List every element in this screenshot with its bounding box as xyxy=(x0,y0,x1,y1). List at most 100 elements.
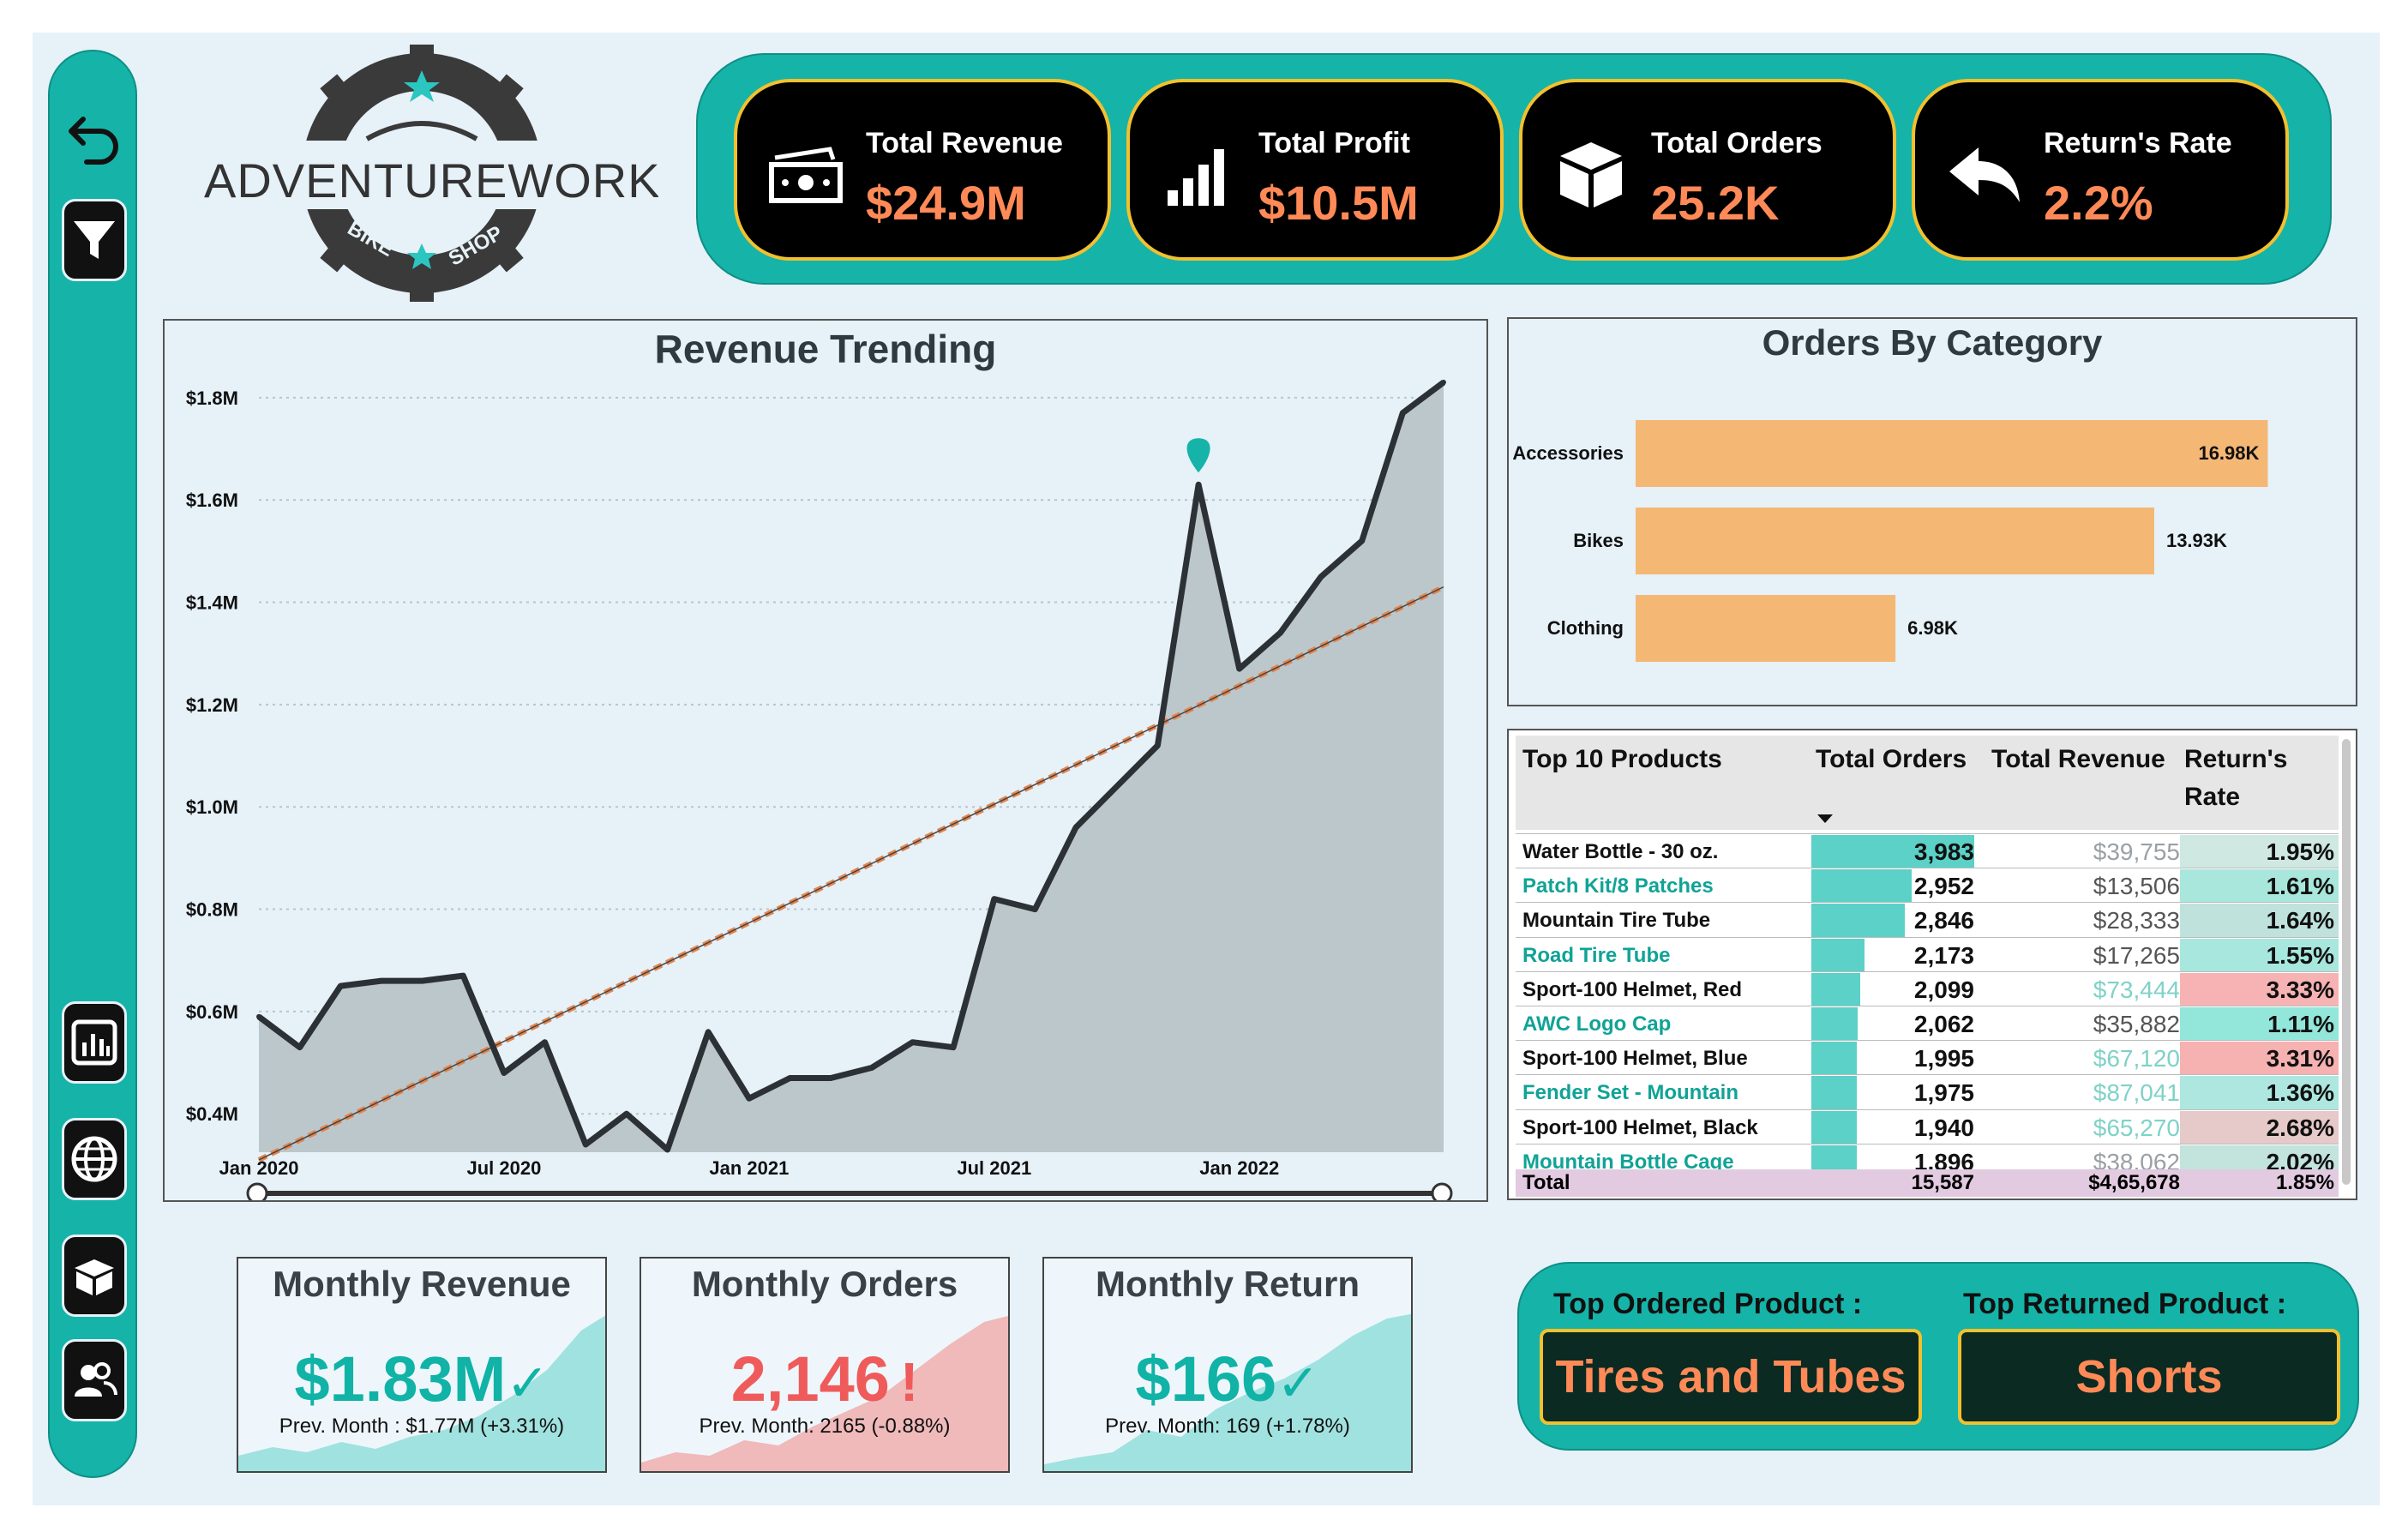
dashboard-nav-button[interactable] xyxy=(62,1001,127,1084)
filter-icon xyxy=(74,221,115,259)
product-name: Water Bottle - 30 oz. xyxy=(1522,840,1719,863)
product-orders: 2,952 xyxy=(1913,873,1974,900)
revenue-point xyxy=(1400,410,1406,416)
product-revenue: $28,333 xyxy=(2093,907,2180,934)
category-label: Bikes xyxy=(1573,530,1624,551)
monthly-return-prev: Prev. Month: 169 (+1.78%) xyxy=(1105,1415,1350,1438)
top-ordered-value[interactable]: Tires and Tubes xyxy=(1540,1329,1922,1425)
revenue-point xyxy=(297,1044,303,1050)
kpi-value: 2.2% xyxy=(2044,176,2153,230)
kpi-value: $10.5M xyxy=(1258,176,1419,230)
revenue-point xyxy=(910,1039,916,1045)
table-row[interactable]: Sport-100 Helmet, Red 2,099 $73,444 3.33% xyxy=(1516,970,2339,1007)
table-row[interactable]: Water Bottle - 30 oz. 3,983 $39,755 1.95% xyxy=(1516,833,2339,869)
table-row[interactable]: Road Tire Tube 2,173 $17,265 1.55% xyxy=(1516,936,2339,973)
adventureworks-logo: ADVENTUREWORKS BIKE SHOP xyxy=(195,45,693,302)
revenue-trend-chart[interactable]: $0.4M $0.6M $0.8M $1.0M $1.2M $1.4M $1.6M $1.8M… xyxy=(165,321,1486,1205)
slider-start-handle[interactable] xyxy=(246,1182,268,1205)
box-icon xyxy=(1560,142,1622,207)
revenue-point xyxy=(991,896,997,902)
logo-text: ADVENTUREWORKS xyxy=(204,153,658,207)
revenue-point xyxy=(256,1013,261,1019)
product-return-rate: 1.36% xyxy=(2266,1079,2334,1107)
back-button[interactable] xyxy=(62,94,127,177)
product-name: Fender Set - Mountain xyxy=(1522,1081,1738,1105)
kpi-total-orders[interactable]: Total Orders 25.2K xyxy=(1519,79,1896,261)
y-tick-label: $0.6M xyxy=(186,1001,238,1023)
revenue-area xyxy=(259,381,1444,1152)
check-icon: ✓ xyxy=(506,1355,549,1412)
kpi-total-profit[interactable]: Total Profit $10.5M xyxy=(1126,79,1504,261)
product-revenue: $39,755 xyxy=(2093,838,2180,865)
table-row[interactable]: AWC Logo Cap 2,062 $35,882 1.11% xyxy=(1516,1006,2339,1042)
table-row[interactable]: Patch Kit/8 Patches 2,952 $13,506 1.61% xyxy=(1516,868,2339,904)
y-tick-label: $1.0M xyxy=(186,796,238,818)
revenue-point xyxy=(1114,784,1120,790)
header-return-rate[interactable]: Return's xyxy=(2184,741,2287,778)
kpi-total-revenue[interactable]: Total Revenue $24.9M xyxy=(734,79,1111,261)
product-orders: 1,995 xyxy=(1913,1045,1974,1072)
product-return-rate: 3.31% xyxy=(2266,1045,2334,1072)
product-name: Sport-100 Helmet, Red xyxy=(1522,977,1743,1001)
revenue-trending-title: Revenue Trending xyxy=(654,327,997,371)
monthly-revenue-card[interactable]: Monthly Revenue $1.83M✓ Prev. Month : $1… xyxy=(237,1257,607,1473)
y-tick-label: $0.8M xyxy=(186,899,238,921)
revenue-point xyxy=(828,1075,834,1081)
orders-by-category-chart[interactable]: Accessories 16.98K Bikes 13.93K Clothing 6.98… xyxy=(1509,319,2356,705)
monthly-revenue-prev: Prev. Month : $1.77M (+3.31%) xyxy=(279,1415,565,1438)
monthly-orders-prev: Prev. Month: 2165 (-0.88%) xyxy=(699,1415,951,1438)
product-return-rate: 1.55% xyxy=(2266,941,2334,969)
slider-end-handle[interactable] xyxy=(1431,1182,1453,1205)
dashboard-icon xyxy=(71,1019,117,1066)
table-row[interactable]: Fender Set - Mountain 1,975 $87,041 1.36% xyxy=(1516,1074,2339,1110)
gear-logo-icon: ADVENTUREWORKS BIKE SHOP xyxy=(195,45,693,302)
users-icon xyxy=(75,1362,117,1397)
table-scrollbar[interactable] xyxy=(2342,739,2351,1185)
kpi-value: 25.2K xyxy=(1651,176,1780,230)
revenue-point xyxy=(1236,666,1242,672)
table-row[interactable]: Sport-100 Helmet, Black 1,940 $65,270 2.68% xyxy=(1516,1108,2339,1145)
orders-by-category-panel: Orders By Category Accessories 16.98K Bike… xyxy=(1507,317,2357,706)
top-returned-value[interactable]: Shorts xyxy=(1958,1329,2340,1425)
geo-nav-button[interactable] xyxy=(62,1118,127,1200)
revenue-point xyxy=(1441,379,1446,385)
table-total-row: Total 15,587 $4,65,678 1.85% xyxy=(1516,1169,2339,1197)
product-orders: 2,846 xyxy=(1913,907,1974,934)
total-orders: 15,587 xyxy=(1911,1171,1974,1194)
product-revenue: $67,120 xyxy=(2093,1045,2180,1072)
product-orders: 1,975 xyxy=(1913,1079,1974,1107)
products-nav-button[interactable] xyxy=(62,1235,127,1317)
monthly-orders-title: Monthly Orders xyxy=(691,1264,958,1304)
check-icon: ✓ xyxy=(1276,1355,1320,1412)
revenue-point xyxy=(542,1039,548,1045)
customers-nav-button[interactable] xyxy=(62,1339,127,1421)
product-revenue: $17,265 xyxy=(2093,941,2180,969)
sort-desc-icon[interactable] xyxy=(1816,813,1835,825)
monthly-return-card[interactable]: Monthly Return $166✓ Prev. Month: 169 (+… xyxy=(1042,1257,1413,1473)
header-product[interactable]: Top 10 Products xyxy=(1522,741,1722,778)
back-icon xyxy=(69,117,118,165)
revenue-point xyxy=(951,1044,957,1050)
filter-button[interactable] xyxy=(62,199,127,281)
category-bar xyxy=(1636,420,2268,487)
revenue-point xyxy=(1318,574,1324,580)
product-name: Patch Kit/8 Patches xyxy=(1522,874,1714,898)
revenue-point xyxy=(1359,538,1365,544)
top-product-panel: Top Ordered Product : Top Returned Produ… xyxy=(1517,1262,2359,1451)
kpi-value: $24.9M xyxy=(866,176,1026,230)
header-total-revenue[interactable]: Total Revenue xyxy=(1991,741,2165,778)
product-orders: 1,940 xyxy=(1913,1114,1974,1141)
product-name: Sport-100 Helmet, Blue xyxy=(1522,1047,1748,1071)
revenue-point xyxy=(1155,742,1161,748)
monthly-orders-card[interactable]: Monthly Orders 2,146! Prev. Month: 2165 … xyxy=(640,1257,1010,1473)
revenue-point xyxy=(378,978,384,984)
product-return-rate: 1.61% xyxy=(2266,873,2334,900)
revenue-point xyxy=(706,1029,712,1035)
return-arrow-icon xyxy=(1949,147,2020,202)
table-row[interactable]: Sport-100 Helmet, Blue 1,995 $67,120 3.31% xyxy=(1516,1040,2339,1076)
revenue-point xyxy=(623,1111,629,1117)
top-ordered-label: Top Ordered Product : xyxy=(1553,1288,1863,1320)
header-total-orders[interactable]: Total Orders xyxy=(1816,741,1967,778)
table-row[interactable]: Mountain Tire Tube 2,846 $28,333 1.64% xyxy=(1516,902,2339,938)
kpi-return-rate[interactable]: Return's Rate 2.2% xyxy=(1912,79,2289,261)
